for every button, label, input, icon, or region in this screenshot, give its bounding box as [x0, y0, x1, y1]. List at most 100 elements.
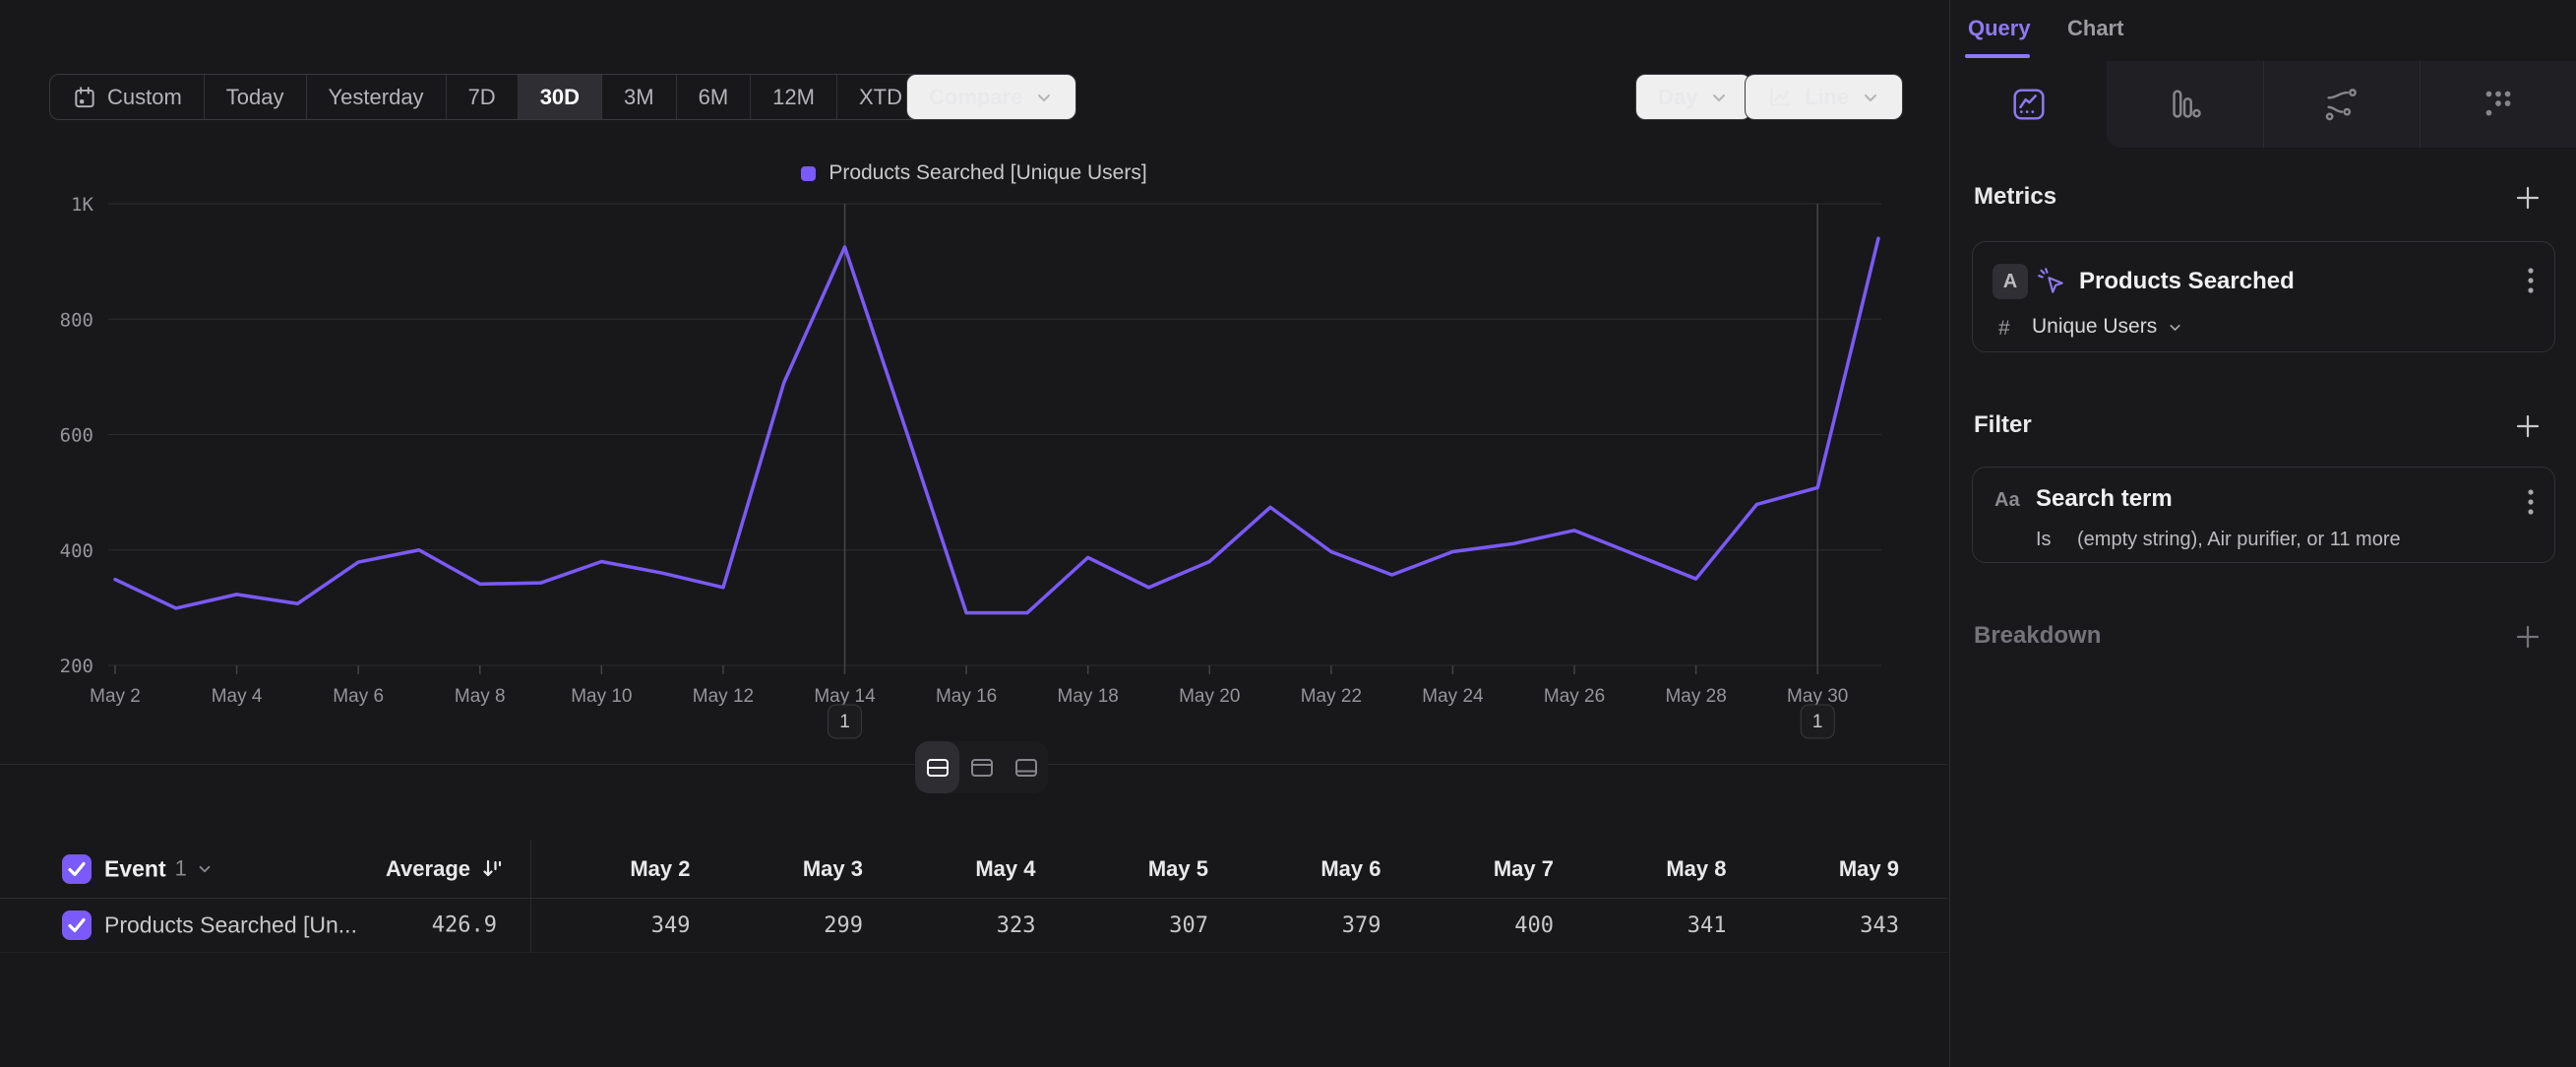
svg-text:May 20: May 20	[1179, 686, 1240, 707]
annotation-badge[interactable]: 1	[1801, 705, 1834, 738]
chevron-down-icon	[1709, 88, 1729, 107]
tab-flows[interactable]	[2263, 61, 2420, 148]
compare-button[interactable]: Compare	[906, 74, 1076, 120]
date-column-header: May 7	[1381, 840, 1555, 898]
date-column-header: May 2	[518, 840, 691, 898]
date-column-header: May 3	[691, 840, 864, 898]
date-range-control: CustomTodayYesterday7D30D3M6M12MXTD	[49, 74, 953, 120]
bottom-bar-view-icon	[1013, 757, 1039, 779]
svg-text:400: 400	[60, 540, 93, 562]
table-column-divider	[530, 840, 531, 953]
aggregation-selector[interactable]: Unique Users	[2032, 315, 2183, 339]
granularity-button[interactable]: Day	[1635, 74, 1751, 120]
tab-bar-chart[interactable]	[2107, 61, 2263, 148]
svg-text:May 4: May 4	[212, 686, 263, 707]
table-header-row: Event 1 Average May 2May 3May 4May 5May …	[0, 840, 1948, 899]
svg-text:200: 200	[60, 656, 93, 677]
svg-text:May 18: May 18	[1058, 686, 1119, 707]
add-breakdown-button[interactable]	[2515, 624, 2541, 655]
chart-type-tabs	[1950, 61, 2576, 148]
filter-menu-button[interactable]	[2527, 487, 2535, 522]
metric-event-name[interactable]: Products Searched	[2079, 268, 2295, 295]
svg-text:May 16: May 16	[936, 686, 997, 707]
date-column-value: 341	[1554, 899, 1727, 952]
filter-property-name[interactable]: Search term	[2036, 485, 2173, 513]
calendar-icon	[72, 85, 97, 110]
flows-icon	[2321, 84, 2362, 125]
svg-text:May 24: May 24	[1422, 686, 1484, 707]
range-12m[interactable]: 12M	[751, 75, 837, 119]
date-column-headers: May 2May 3May 4May 5May 6May 7May 8May 9	[518, 840, 1899, 898]
chart-type-button[interactable]: Line	[1745, 74, 1903, 120]
compare-label: Compare	[929, 85, 1022, 110]
date-column-value: 400	[1381, 899, 1555, 952]
metric-card[interactable]: A Products Searched # Unique Users	[1972, 241, 2555, 352]
filter-card[interactable]: Aa Search term Is (empty string), Air pu…	[1972, 467, 2555, 563]
range-30d[interactable]: 30D	[519, 75, 602, 119]
svg-text:600: 600	[60, 425, 93, 447]
aggregation-label: Unique Users	[2032, 315, 2157, 339]
date-column-header: May 4	[863, 840, 1036, 898]
date-column-value: 349	[518, 899, 691, 952]
add-metric-button[interactable]	[2515, 185, 2541, 216]
row-average-value: 426.9	[295, 913, 497, 938]
range-yesterday[interactable]: Yesterday	[307, 75, 447, 119]
granularity-label: Day	[1658, 85, 1697, 110]
event-cursor-icon	[2036, 266, 2067, 302]
chart-type-label: Line	[1805, 85, 1849, 110]
chevron-down-icon	[196, 860, 214, 878]
annotation-badge[interactable]: 1	[828, 705, 862, 738]
analytics-app-window: CustomTodayYesterday7D30D3M6M12MXTD Comp…	[0, 0, 2576, 1067]
line-chart[interactable]: 2004006008001KMay 2May 4May 6May 8May 10…	[0, 157, 1948, 758]
svg-text:May 6: May 6	[333, 686, 384, 707]
series-line[interactable]	[115, 238, 1878, 612]
range-today[interactable]: Today	[205, 75, 307, 119]
bar-chart-icon	[2165, 84, 2206, 125]
svg-text:May 10: May 10	[571, 686, 632, 707]
range-custom[interactable]: Custom	[50, 75, 205, 119]
range-7d[interactable]: 7D	[447, 75, 519, 119]
svg-text:May 2: May 2	[90, 686, 141, 707]
add-filter-button[interactable]	[2515, 413, 2541, 444]
table-row: Products Searched [Un... 426.9 349299323…	[0, 899, 1948, 953]
filter-operator[interactable]: Is	[2036, 529, 2052, 551]
date-column-header: May 8	[1554, 840, 1727, 898]
event-checkbox[interactable]	[62, 854, 92, 884]
tab-query[interactable]: Query	[1968, 16, 2031, 41]
average-column-header[interactable]: Average	[295, 856, 504, 882]
svg-text:May 22: May 22	[1301, 686, 1362, 707]
layout-table-only-button[interactable]	[1004, 741, 1048, 793]
metrics-heading: Metrics	[1974, 183, 2056, 211]
date-column-value: 299	[691, 899, 864, 952]
filter-value[interactable]: (empty string), Air purifier, or 11 more	[2077, 529, 2401, 551]
svg-text:1K: 1K	[71, 194, 93, 216]
svg-text:May 12: May 12	[693, 686, 754, 707]
event-selector[interactable]: Event 1	[104, 855, 214, 882]
svg-text:800: 800	[60, 309, 93, 331]
event-label: Event	[104, 855, 166, 882]
layout-chart-only-button[interactable]	[959, 741, 1004, 793]
breakdown-heading: Breakdown	[1974, 622, 2101, 650]
row-checkbox[interactable]	[62, 910, 92, 940]
tab-chart[interactable]: Chart	[2067, 16, 2123, 41]
string-property-icon: Aa	[1994, 489, 2020, 512]
date-column-header: May 5	[1036, 840, 1209, 898]
query-panel: Query Chart	[1949, 0, 2576, 1067]
tab-line-chart[interactable]	[1950, 61, 2107, 148]
date-column-value: 379	[1208, 899, 1381, 952]
date-column-value: 343	[1727, 899, 1900, 952]
filter-heading: Filter	[1974, 411, 2032, 439]
range-6m[interactable]: 6M	[677, 75, 752, 119]
svg-text:May 26: May 26	[1544, 686, 1605, 707]
tab-dots-grid[interactable]	[2420, 61, 2576, 148]
top-bar-view-icon	[969, 757, 995, 779]
metric-menu-button[interactable]	[2527, 266, 2535, 300]
chevron-down-icon	[1034, 88, 1054, 107]
svg-text:May 28: May 28	[1665, 686, 1726, 707]
range-3m[interactable]: 3M	[602, 75, 677, 119]
metric-series-badge: A	[1993, 264, 2028, 299]
line-chart-icon	[1767, 85, 1793, 110]
chevron-down-icon	[2167, 319, 2183, 336]
aggregation-type-icon: #	[1998, 317, 2010, 341]
layout-split-button[interactable]	[915, 741, 959, 793]
